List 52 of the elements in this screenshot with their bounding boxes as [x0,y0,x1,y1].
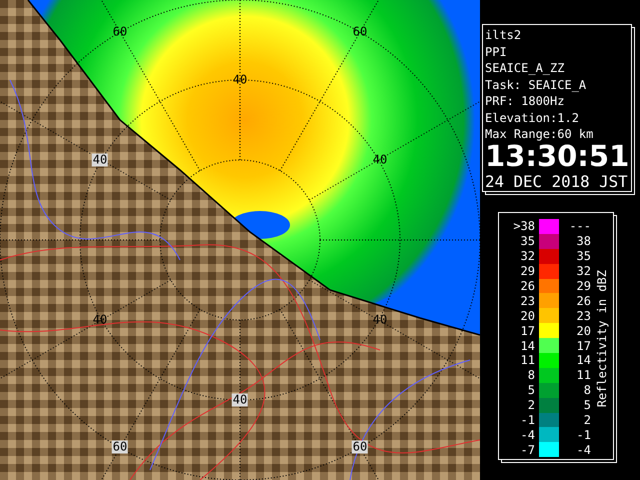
scale-value: 32 [576,264,592,278]
range-label: 60 [112,440,128,454]
legend-title: Reflectivity in dBZ [595,270,609,408]
scale-value: 35 [520,234,536,248]
scale-value: -1 [576,428,592,442]
info-line: PPI [485,44,507,60]
scale-value: 29 [520,264,536,278]
scale-value: 38 [576,234,592,248]
scan-time: 13:30:51 [485,142,630,170]
scale-value: 26 [576,294,592,308]
scale-value: 35 [576,249,592,264]
scale-value: 32 [520,249,536,264]
range-label: 40 [232,74,248,86]
scale-value: 14 [520,338,536,353]
scale-value: 14 [576,353,592,368]
scale-value: -1 [520,413,536,428]
scale-value: 5 [526,383,536,398]
scale-value: 20 [576,324,592,338]
scale-value: 26 [520,279,536,293]
scale-value: 5 [582,398,592,412]
range-label: 40 [372,314,388,326]
info-line: Max Range:60 km [485,126,594,142]
info-line: PRF: 1800Hz [485,93,564,110]
scale-value: >38 [512,219,536,234]
range-label: 40 [372,154,388,166]
scale-value: 2 [582,413,592,428]
scale-value: 29 [576,279,592,293]
range-label: 60 [352,440,368,454]
scale-value: -4 [520,428,536,442]
range-label: 60 [352,26,368,38]
info-line: Task: SEAICE_A [485,76,586,93]
range-label: 60 [112,26,128,38]
scale-value: 8 [582,383,592,398]
scale-value: 2 [526,398,536,412]
scale-value: 20 [520,308,536,323]
range-label: 40 [92,314,108,326]
scale-value: --- [568,219,592,234]
scale-value: 11 [576,368,592,382]
range-label: 40 [232,394,248,406]
scale-value: 23 [576,308,592,323]
scale-value: 11 [520,353,536,368]
scale-value: 8 [526,368,536,382]
scale-value: 17 [520,324,536,338]
scale-value: -7 [520,442,536,457]
range-label: 40 [92,154,108,166]
info-line: SEAICE_A_ZZ [485,60,564,76]
info-line: Elevation:1.2 [485,110,579,126]
info-line: ilts2 [485,27,522,44]
scale-value: 23 [520,294,536,308]
scale-value: 17 [576,338,592,353]
scan-date: 24 DEC 2018 JST [485,172,628,190]
scale-value: -4 [576,442,592,457]
